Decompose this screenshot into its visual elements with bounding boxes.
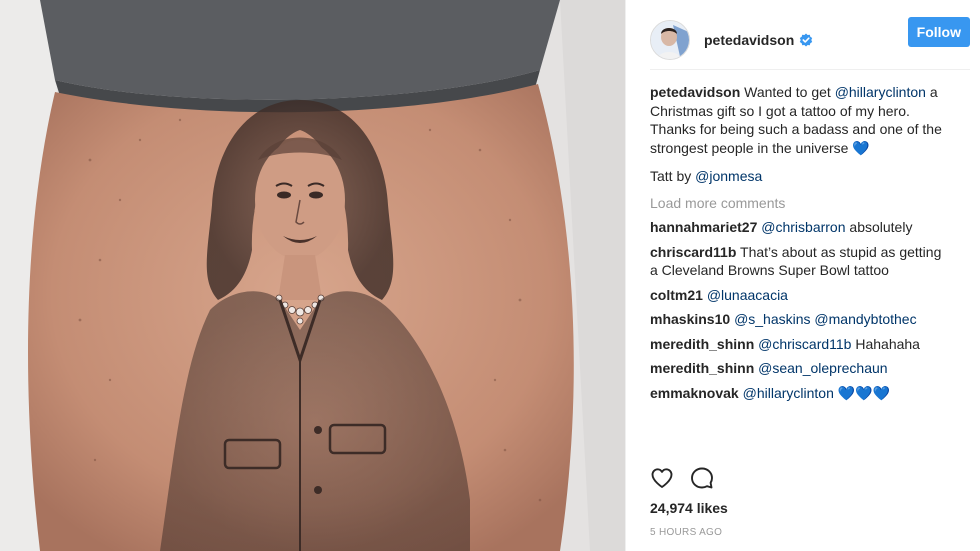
- comment-username[interactable]: meredith_shinn: [650, 336, 754, 352]
- caption-mention[interactable]: @hillaryclinton: [835, 84, 926, 100]
- comment-text: 💙💙💙: [833, 384, 891, 401]
- post-caption: petedavidson Wanted to get @hillaryclint…: [650, 83, 950, 157]
- comment-username[interactable]: emmaknovak: [650, 385, 739, 401]
- comments-list: petedavidson Wanted to get @hillaryclint…: [650, 83, 950, 408]
- load-more-comments-link[interactable]: Load more comments: [650, 194, 950, 213]
- comment-username[interactable]: coltm21: [650, 287, 703, 303]
- comment-mention[interactable]: @sean_oleprechaun: [758, 360, 887, 376]
- comment: emmaknovak @hillaryclinton 💙💙💙: [650, 384, 950, 403]
- comment-username[interactable]: hannahmariet27: [650, 219, 757, 235]
- like-count[interactable]: 24,974 likes: [650, 500, 728, 516]
- comment: chriscard11b That’s about as stupid as g…: [650, 243, 950, 280]
- credit-text: Tatt by: [650, 168, 696, 184]
- blue-heart-emoji: 💙: [852, 139, 870, 156]
- verified-badge-icon: [800, 33, 813, 46]
- post-actions: [650, 466, 714, 490]
- comment-text: absolutely: [845, 219, 913, 235]
- comment: meredith_shinn @sean_oleprechaun: [650, 359, 950, 378]
- post-sidebar: petedavidson Follow petedavidson Wanted …: [625, 0, 980, 551]
- comment-mention[interactable]: @chrisbarron: [761, 219, 845, 235]
- comment-mention[interactable]: @s_haskins @mandybtothec: [734, 311, 917, 327]
- comment-username[interactable]: mhaskins10: [650, 311, 730, 327]
- comment-mention[interactable]: @chriscard11b: [758, 336, 851, 352]
- comment: mhaskins10 @s_haskins @mandybtothec: [650, 310, 950, 329]
- post-timestamp[interactable]: 5 HOURS AGO: [650, 527, 722, 538]
- post-header: petedavidson Follow: [650, 10, 970, 70]
- speech-bubble-icon[interactable]: [690, 466, 714, 490]
- tattoo-photo-image: [0, 0, 625, 551]
- comment-mention[interactable]: @hillaryclinton: [743, 385, 834, 401]
- post-username[interactable]: petedavidson: [704, 32, 794, 48]
- avatar[interactable]: [650, 19, 690, 60]
- avatar-image: [651, 20, 689, 59]
- comment: hannahmariet27 @chrisbarron absolutely: [650, 218, 950, 237]
- comment: coltm21 @lunaacacia: [650, 286, 950, 305]
- comment-mention[interactable]: @lunaacacia: [707, 287, 788, 303]
- follow-button[interactable]: Follow: [907, 17, 970, 47]
- post-photo[interactable]: [0, 0, 625, 551]
- caption-username[interactable]: petedavidson: [650, 84, 740, 100]
- caption-credit: Tatt by @jonmesa: [650, 167, 950, 186]
- caption-text: Wanted to get: [740, 84, 835, 100]
- heart-outline-icon[interactable]: [650, 466, 674, 490]
- comment-text: Hahahaha: [851, 335, 920, 352]
- credit-mention[interactable]: @jonmesa: [695, 168, 762, 184]
- comment-username[interactable]: meredith_shinn: [650, 360, 754, 376]
- comment: meredith_shinn @chriscard11b Hahahaha: [650, 335, 950, 354]
- comment-username[interactable]: chriscard11b: [650, 244, 736, 260]
